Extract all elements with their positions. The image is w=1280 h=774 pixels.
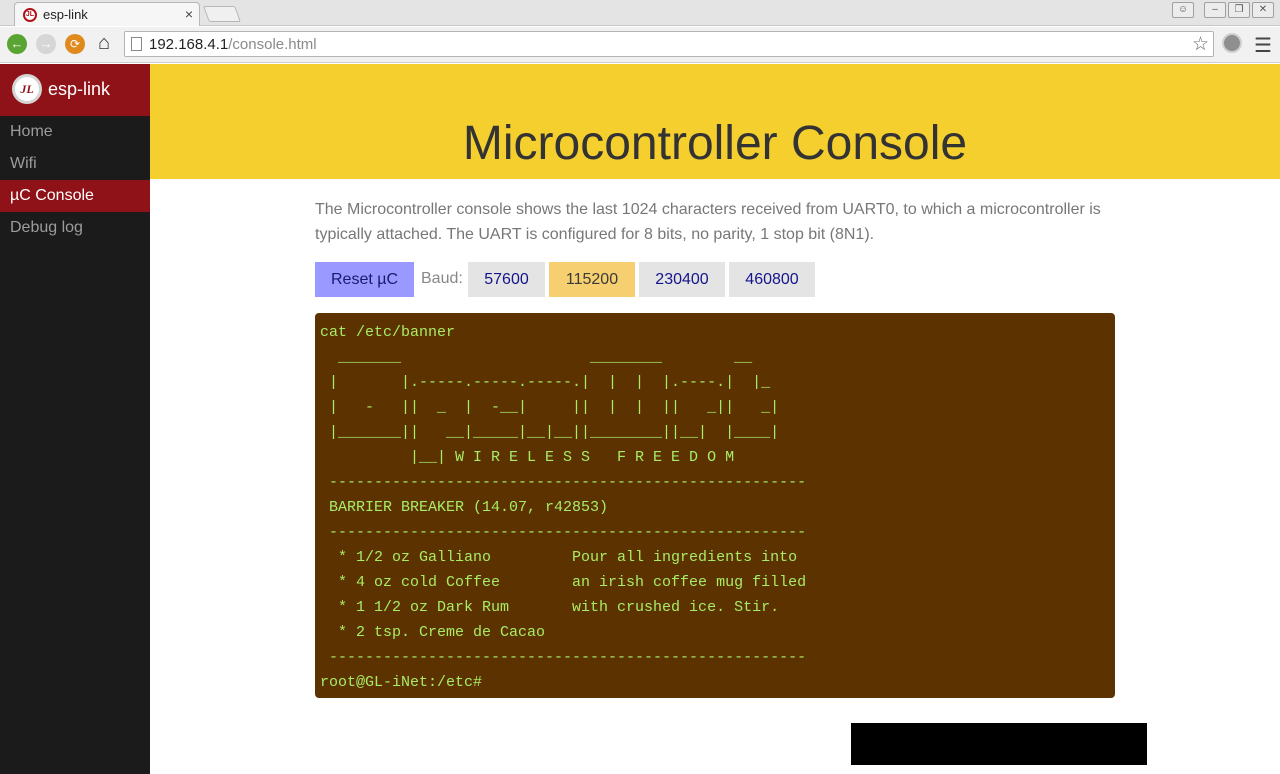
redaction-box <box>851 723 1147 765</box>
browser-toolbar: ← → ⟳ ⌂ 192.168.4.1/console.html ☆ ☰ <box>0 27 1280 63</box>
console-line: | - || _ | -__| || | | || _|| _| <box>320 399 780 416</box>
console-line: ----------------------------------------… <box>320 524 807 541</box>
brand-name: esp-link <box>48 79 111 99</box>
url-host: 192.168.4.1 <box>149 36 229 53</box>
console-line: cat /etc/banner <box>320 324 456 341</box>
tab-close-icon[interactable]: × <box>185 6 193 22</box>
address-bar[interactable]: 192.168.4.1/console.html ☆ <box>124 31 1214 57</box>
sidebar-item-debug-log[interactable]: Debug log <box>0 212 150 244</box>
minimize-icon[interactable]: – <box>1204 2 1226 18</box>
sidebar-item-home[interactable]: Home <box>0 116 150 148</box>
reload-icon[interactable]: ⟳ <box>65 34 85 54</box>
page-header: Microcontroller Console <box>150 64 1280 179</box>
back-arrow-icon[interactable]: ← <box>7 34 27 54</box>
page-title: Microcontroller Console <box>462 117 968 170</box>
home-icon[interactable]: ⌂ <box>93 32 115 54</box>
user-profile-icon[interactable]: ☺ <box>1172 2 1194 18</box>
console-line: |_______|| __|_____|__|__||________||__|… <box>320 424 780 441</box>
esp-link-favicon-icon: JL <box>23 8 37 22</box>
baud-label: Baud: <box>421 270 463 287</box>
console-line: | |.-----.-----.-----.| | | |.----.| |_ <box>320 374 771 391</box>
esp-link-logo-icon: JL <box>12 74 42 104</box>
url-text: 192.168.4.1/console.html <box>149 36 317 53</box>
tab-title: esp-link <box>43 7 88 22</box>
baud-57600-button[interactable]: 57600 <box>468 262 545 297</box>
baud-115200-button[interactable]: 115200 <box>549 262 635 297</box>
bookmark-star-icon[interactable]: ☆ <box>1192 33 1209 56</box>
globe-icon[interactable] <box>1222 33 1242 53</box>
window-controls: ☺ – ❐ ✕ <box>1172 2 1274 20</box>
console-line: * 1 1/2 oz Dark Rum with crushed ice. St… <box>320 599 780 616</box>
sidebar-item-uc-console[interactable]: µC Console <box>0 180 150 212</box>
restore-icon[interactable]: ❐ <box>1228 2 1250 18</box>
forward-arrow-icon[interactable]: → <box>36 34 56 54</box>
console-line: _______ ________ __ <box>320 349 753 366</box>
console-output[interactable]: cat /etc/banner _______ ________ __ | |.… <box>315 313 1115 698</box>
console-line: * 4 oz cold Coffee an irish coffee mug f… <box>320 574 807 591</box>
browser-tab[interactable]: JL esp-link × <box>14 2 200 26</box>
reset-uc-button[interactable]: Reset µC <box>315 262 414 297</box>
page-icon <box>131 37 142 51</box>
console-line: |__| W I R E L E S S F R E E D O M <box>320 449 735 466</box>
hamburger-menu-icon[interactable]: ☰ <box>1254 33 1272 58</box>
url-path: /console.html <box>228 36 317 53</box>
console-line: BARRIER BREAKER (14.07, r42853) <box>320 499 609 516</box>
console-line: * 2 tsp. Creme de Cacao <box>320 624 546 641</box>
new-tab-button[interactable] <box>203 6 241 22</box>
baud-460800-button[interactable]: 460800 <box>729 262 815 297</box>
sidebar-item-wifi[interactable]: Wifi <box>0 148 150 180</box>
intro-text: The Microcontroller console shows the la… <box>315 201 1101 243</box>
browser-tab-strip: JL esp-link × ☺ – ❐ ✕ <box>0 0 1280 26</box>
sidebar-menu: Home Wifi µC Console Debug log <box>0 116 150 244</box>
window-close-icon[interactable]: ✕ <box>1252 2 1274 18</box>
brand-bar[interactable]: JL esp-link <box>0 64 150 116</box>
console-line: ----------------------------------------… <box>320 649 807 666</box>
sidebar: JL esp-link Home Wifi µC Console Debug l… <box>0 64 150 774</box>
console-line: root@GL-iNet:/etc# <box>320 674 483 691</box>
console-line: ----------------------------------------… <box>320 474 807 491</box>
baud-230400-button[interactable]: 230400 <box>639 262 725 297</box>
console-line: * 1/2 oz Galliano Pour all ingredients i… <box>320 549 798 566</box>
